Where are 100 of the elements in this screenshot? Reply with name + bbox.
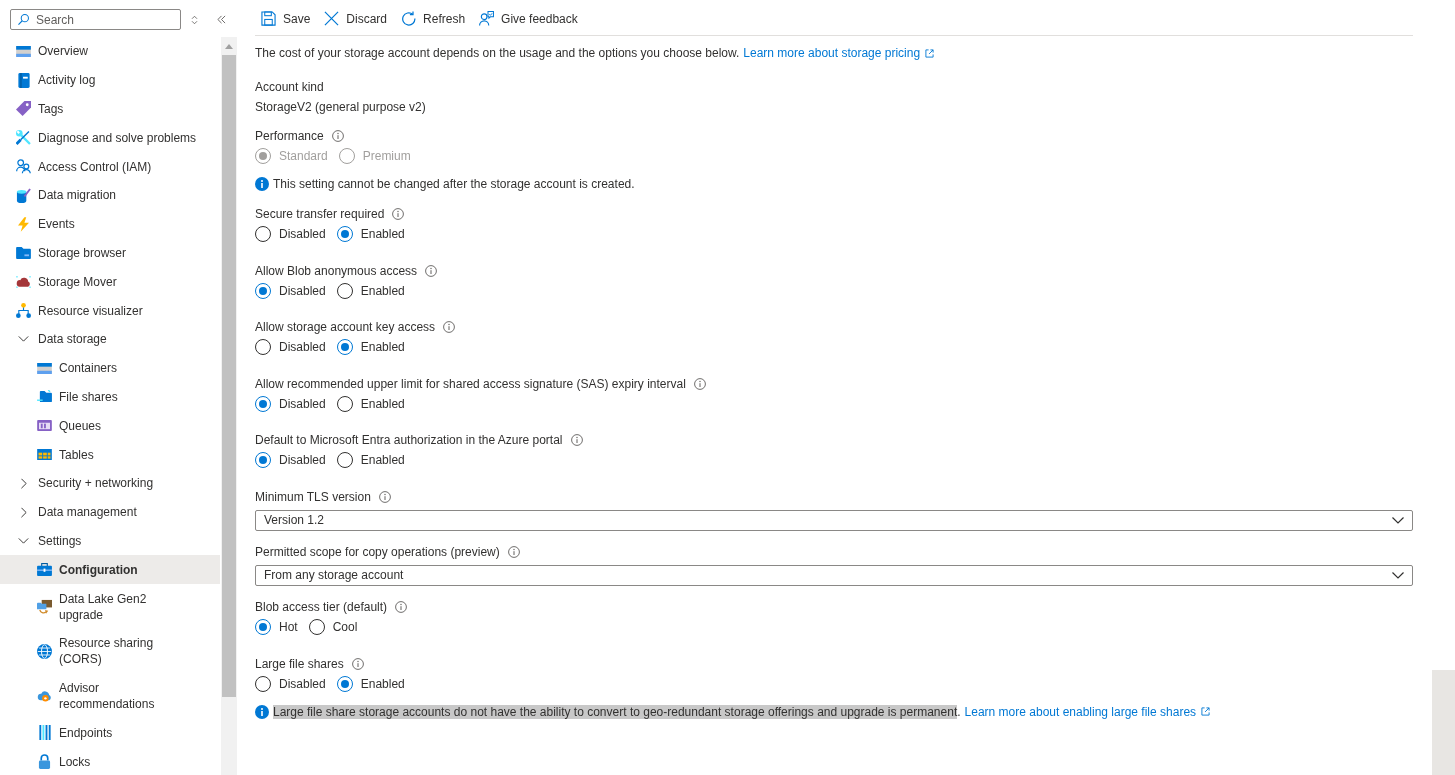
option-label: Disabled (279, 676, 326, 691)
nav-item[interactable]: Storage browser (0, 238, 220, 268)
feedback-button[interactable]: Give feedback (473, 5, 584, 32)
nav-group[interactable]: Data storage (0, 324, 220, 354)
field-label: Performance (255, 129, 324, 143)
nav-group[interactable]: Settings (0, 526, 220, 556)
nav-item[interactable]: Queues (0, 411, 220, 441)
nav-item[interactable]: Advisor recommendations (0, 673, 220, 719)
option-label: Enabled (360, 676, 405, 691)
option-label: Enabled (360, 283, 405, 298)
learn-more-link[interactable]: Learn more about enabling large file shares (964, 704, 1211, 719)
people-icon (16, 159, 31, 175)
folders-arrow-icon (37, 599, 52, 615)
nav-item[interactable]: Tables (0, 440, 220, 469)
field-label: Allow storage account key access (255, 320, 436, 335)
toolbox-icon (37, 563, 52, 577)
scrollbar-thumb[interactable] (222, 55, 236, 697)
option-label: Disabled (279, 283, 326, 298)
option-label: Disabled (279, 453, 326, 468)
option-label: Disabled (279, 340, 326, 355)
option-label: Cool (332, 619, 358, 634)
notebook-icon (17, 72, 30, 88)
refresh-icon (401, 11, 417, 26)
field-label: Minimum TLS version (255, 489, 371, 504)
queue-icon (37, 420, 52, 432)
folder-share-icon (37, 390, 52, 404)
nav-item[interactable]: Locks (0, 747, 220, 775)
field-label: Permitted scope for copy operations (preview) (255, 544, 500, 559)
field-label: Blob access tier (default) (255, 599, 388, 614)
option-label: Enabled (360, 340, 405, 355)
field-label: Default to Microsoft Entra authorization in the Azure portal (255, 433, 563, 448)
intro-text: The cost of your storage account depends on the usage and the options you choose below. (255, 46, 740, 60)
info-message: Large file share storage accounts do not have the ability to convert to geo-redundant storage offerings and upgrade is permanent. (273, 704, 961, 719)
pricing-link[interactable]: Learn more about storage pricing (743, 46, 935, 60)
option-label: Standard (279, 149, 328, 163)
bars-icon (38, 725, 51, 741)
discard-button[interactable]: Discard (318, 5, 394, 32)
nav-item[interactable]: Containers (0, 353, 220, 383)
search-field[interactable]: Search (10, 9, 181, 30)
list-panel-icon (37, 362, 52, 374)
nav-group[interactable]: Security + networking (0, 468, 220, 498)
wrench-screwdriver-icon (16, 130, 31, 146)
nav-item[interactable]: Activity log (0, 65, 220, 95)
nav-group[interactable]: Data management (0, 497, 220, 527)
chevron-down-icon (1392, 571, 1404, 579)
nav-item[interactable]: Data Lake Gen2 upgrade (0, 584, 220, 629)
globe-icon (37, 643, 52, 659)
dropdown[interactable]: Version 1.2 (255, 509, 1413, 531)
option-label: Premium (362, 149, 411, 163)
option-label: Enabled (360, 396, 405, 411)
external-link-icon (1201, 707, 1211, 717)
nav-item[interactable]: Events (0, 209, 220, 239)
nav-item[interactable]: Access Control (IAM) (0, 152, 220, 181)
nav-item[interactable]: Configuration (0, 555, 220, 585)
nav-item[interactable]: Tags (0, 94, 220, 124)
collapse-icon (217, 15, 226, 24)
save-icon (261, 11, 276, 26)
hierarchy-icon (16, 303, 31, 319)
scrollbar-thumb[interactable] (1432, 670, 1455, 775)
option-label: Disabled (279, 227, 326, 241)
option-label: Enabled (360, 227, 405, 241)
table-icon (37, 449, 52, 461)
info-message: This setting cannot be changed after the storage account is created. (273, 177, 635, 191)
sort-icon (191, 14, 198, 25)
field-label: Large file shares (255, 656, 344, 671)
info-icon (255, 704, 269, 719)
chevron-down-icon (1392, 516, 1404, 524)
dropdown[interactable]: From any storage account (255, 564, 1413, 586)
feedback-icon (479, 11, 495, 26)
nav-item[interactable]: Resource sharing (CORS) (0, 628, 220, 674)
external-link-icon (925, 48, 935, 58)
refresh-button[interactable]: Refresh (395, 5, 472, 32)
nav-item[interactable]: Storage Mover (0, 267, 220, 297)
option-label: Enabled (360, 453, 405, 468)
list-panel-icon (16, 45, 31, 57)
nav-item[interactable]: File shares (0, 382, 220, 412)
nav-item[interactable]: Diagnose and solve problems (0, 123, 220, 153)
nav-item[interactable]: Overview (0, 37, 220, 66)
search-icon (18, 14, 29, 25)
nav-item[interactable]: Resource visualizer (0, 296, 220, 325)
cloud-icon (16, 275, 31, 288)
option-label: Hot (279, 619, 298, 634)
scroll-up-icon[interactable] (225, 43, 233, 49)
field-label: Account kind (255, 80, 324, 94)
nav-item[interactable]: Endpoints (0, 718, 220, 748)
field-label: Secure transfer required (255, 207, 385, 221)
field-value: StorageV2 (general purpose v2) (255, 99, 426, 116)
folder-icon (16, 246, 31, 259)
nav-item[interactable]: Data migration (0, 181, 220, 210)
info-icon (255, 177, 269, 191)
cloud-badge-icon (37, 689, 52, 703)
save-button[interactable]: Save (255, 5, 317, 32)
lightning-icon (18, 216, 29, 232)
bucket-icon (16, 187, 31, 203)
lock-icon (38, 754, 51, 770)
field-label: Allow Blob anonymous access (255, 263, 418, 278)
field-label: Allow recommended upper limit for shared access signature (SAS) expiry interval (255, 376, 686, 391)
close-icon (324, 11, 340, 26)
tag-icon (16, 101, 31, 117)
option-label: Disabled (279, 396, 326, 411)
